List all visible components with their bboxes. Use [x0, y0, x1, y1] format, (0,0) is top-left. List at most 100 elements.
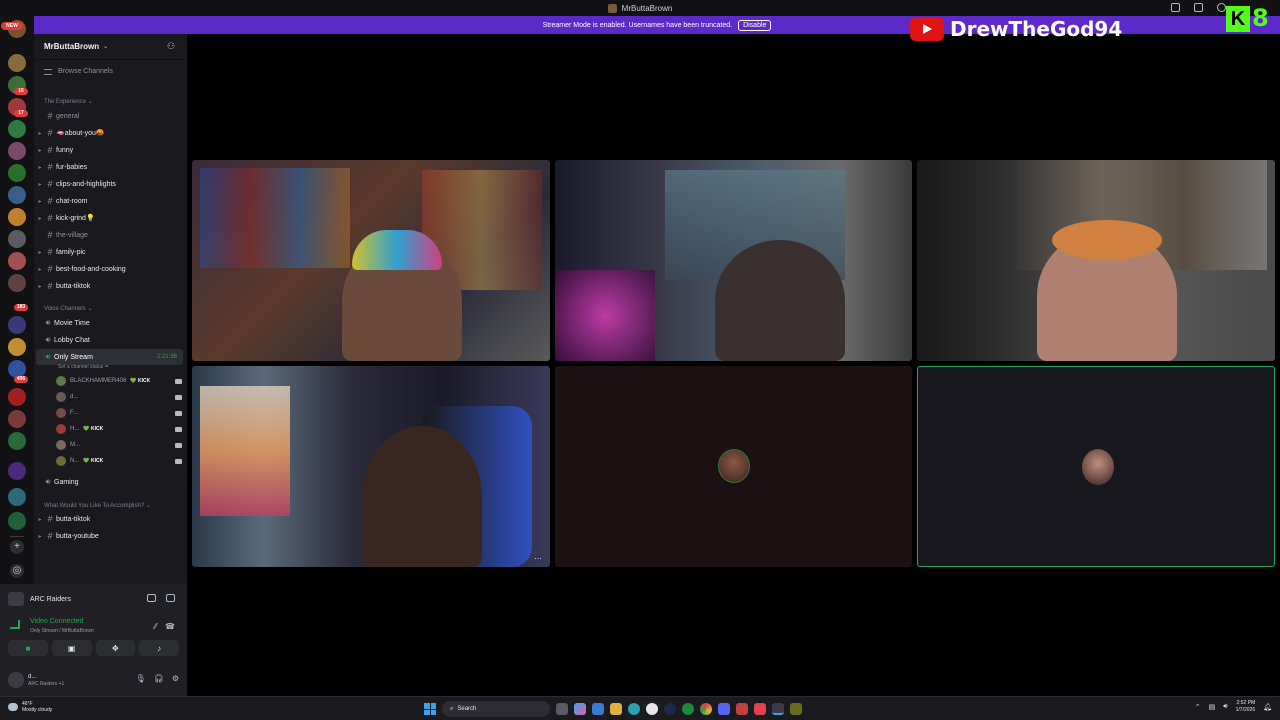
invite-icon[interactable]: ⚇	[167, 41, 177, 51]
discord-icon[interactable]	[718, 703, 730, 715]
server-icon[interactable]	[8, 54, 26, 72]
video-tile-4[interactable]: …	[192, 366, 550, 567]
channel-item[interactable]: # the-village	[36, 227, 183, 243]
browse-channels[interactable]: Browse Channels	[44, 68, 113, 75]
server-header[interactable]: MrButtaBrown ⌄ ⚇	[34, 34, 187, 60]
chevron-up-icon[interactable]: ⌃	[1195, 703, 1201, 711]
server-icon[interactable]	[8, 512, 26, 530]
channel-item[interactable]: ▸ # 🫦about-you🤬	[36, 125, 183, 141]
server-icon[interactable]	[8, 488, 26, 506]
server-icon[interactable]	[8, 432, 26, 450]
windows-start-icon[interactable]	[424, 703, 436, 715]
discover-icon[interactable]: ◎	[10, 564, 24, 578]
microphone-icon[interactable]: 🎙︎	[136, 674, 146, 683]
server-icon[interactable]	[8, 316, 26, 334]
taskbar-search[interactable]: ⌕ Search	[442, 701, 550, 717]
obs-icon[interactable]	[772, 703, 784, 715]
disable-button[interactable]: Disable	[738, 19, 772, 31]
server-icon[interactable]	[8, 186, 26, 204]
avatar[interactable]	[8, 672, 24, 688]
channel-item[interactable]: ▸ # funny	[36, 142, 183, 158]
video-tile-3[interactable]	[917, 160, 1275, 361]
channel-item[interactable]: ▸ # butta-tiktok	[36, 278, 183, 294]
screen-icon[interactable]	[166, 594, 175, 602]
voice-channel-gaming[interactable]: 🔊︎ Gaming	[36, 474, 183, 490]
app-icon[interactable]	[646, 703, 658, 715]
signal-icon[interactable]	[10, 620, 20, 629]
video-tile-2[interactable]	[555, 160, 912, 361]
weather-widget[interactable]: 46°F Mostly cloudy	[8, 701, 52, 713]
app-icon[interactable]	[754, 703, 766, 715]
server-icon[interactable]	[8, 252, 26, 270]
network-icon[interactable]: ▤	[1209, 703, 1216, 711]
server-icon[interactable]	[8, 208, 26, 226]
video-tile-5[interactable]	[555, 366, 912, 567]
category-accomplish[interactable]: What Would You Like To Accomplish? ⌄	[44, 502, 151, 509]
server-icon[interactable]	[8, 120, 26, 138]
game-activity[interactable]: ARC Raiders	[8, 592, 71, 606]
file-explorer-icon[interactable]	[610, 703, 622, 715]
voice-user[interactable]: F...	[56, 405, 182, 421]
voice-user[interactable]: N... 💚 KICK	[56, 453, 182, 469]
video-tile-6[interactable]	[917, 366, 1275, 567]
channel-item[interactable]: ▸ # best-food-and-cooking	[36, 261, 183, 277]
disconnect-icon[interactable]: ☎	[165, 622, 175, 631]
voice-user[interactable]: d...	[56, 389, 182, 405]
voice-channel-movie-time[interactable]: 🔊︎ Movie Time	[36, 315, 183, 331]
channel-item[interactable]: ▸ # family-pic	[36, 244, 183, 260]
channel-butta-tiktok[interactable]: ▸ # butta-tiktok	[36, 511, 183, 527]
headphones-icon[interactable]: 🎧︎	[154, 674, 164, 683]
connection-status[interactable]: Video Connected	[30, 618, 84, 625]
channel-item[interactable]: ▸ # clips-and-highlights	[36, 176, 183, 192]
notification-icon[interactable]: 🔔︎	[1263, 703, 1272, 711]
camera-button[interactable]: ■	[8, 640, 48, 656]
channel-status[interactable]: Set a channel status ✏	[58, 364, 109, 370]
voice-user[interactable]: H... 💚 KICK	[56, 421, 182, 437]
hash-icon: #	[47, 213, 53, 223]
server-icon[interactable]	[8, 410, 26, 428]
chrome-icon[interactable]	[700, 703, 712, 715]
category-experience[interactable]: The Experience ⌄	[44, 98, 93, 105]
connection-location[interactable]: Only Stream / MrButtaBrown	[30, 628, 94, 634]
inbox-icon[interactable]	[1171, 3, 1180, 12]
soundboard-button[interactable]: ♪	[139, 640, 179, 656]
voice-channel-only-stream[interactable]: 🔊︎ Only Stream 2:21:36	[36, 349, 183, 365]
noise-suppression-icon[interactable]: ⁄⁄	[154, 622, 157, 631]
activities-button[interactable]: ✥	[95, 640, 136, 656]
gear-icon[interactable]: ⚙	[172, 674, 179, 683]
app-icon[interactable]	[790, 703, 802, 715]
server-icon[interactable]	[8, 230, 26, 248]
steam-icon[interactable]	[664, 703, 676, 715]
more-options-icon[interactable]: …	[534, 552, 542, 561]
channel-item[interactable]: ▸ # chat-room	[36, 193, 183, 209]
copilot-icon[interactable]	[574, 703, 586, 715]
category-voice[interactable]: Voice Channels ⌄	[44, 305, 92, 312]
server-icon[interactable]	[8, 462, 26, 480]
voice-user[interactable]: BLACKHAMMER406 💚 KICK	[56, 373, 182, 389]
server-icon[interactable]	[8, 164, 26, 182]
server-icon[interactable]	[8, 338, 26, 356]
channel-item[interactable]: ▸ # fur-babies	[36, 159, 183, 175]
volume-icon[interactable]: 🔊︎	[1223, 703, 1227, 711]
app-icon[interactable]	[736, 703, 748, 715]
voice-channel-lobby-chat[interactable]: 🔊︎ Lobby Chat	[36, 332, 183, 348]
server-icon[interactable]	[8, 388, 26, 406]
monitor-icon[interactable]	[1194, 3, 1203, 12]
store-icon[interactable]	[592, 703, 604, 715]
help-icon[interactable]	[1217, 3, 1226, 12]
server-icon[interactable]	[8, 142, 26, 160]
voice-user[interactable]: M...	[56, 437, 182, 453]
share-screen-button[interactable]: ▣	[51, 640, 92, 656]
channel-item[interactable]: # general	[36, 108, 183, 124]
clock[interactable]: 2:52 PM 1/7/2026	[1236, 700, 1255, 714]
video-tile-1[interactable]	[192, 160, 550, 361]
add-server-icon[interactable]: +	[10, 540, 24, 554]
controller-icon[interactable]	[147, 594, 156, 602]
channel-butta-youtube[interactable]: ▸ # butta-youtube	[36, 528, 183, 544]
task-view-icon[interactable]	[556, 703, 568, 715]
user-info[interactable]: d... ARC Raiders +1	[28, 674, 64, 687]
channel-item[interactable]: ▸ # kick-grind💡	[36, 210, 183, 226]
edge-icon[interactable]	[628, 703, 640, 715]
xbox-icon[interactable]	[682, 703, 694, 715]
server-icon[interactable]	[8, 274, 26, 292]
